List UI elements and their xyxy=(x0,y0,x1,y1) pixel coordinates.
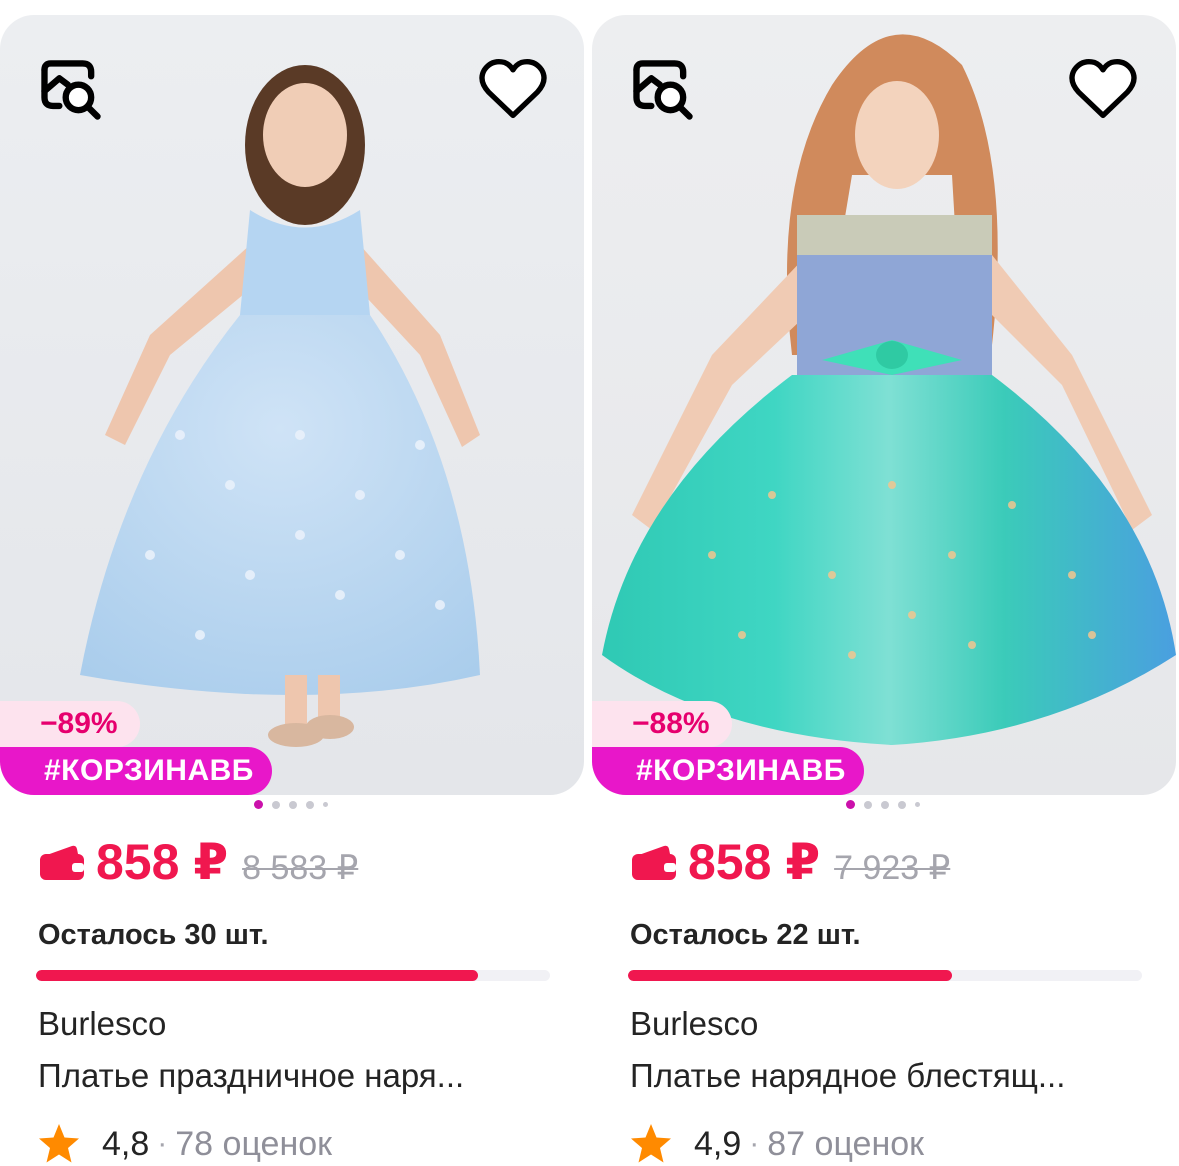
pagination-dot xyxy=(254,800,263,809)
product-image[interactable]: −88% #КОРЗИНАВБ xyxy=(592,15,1176,795)
heart-outline-icon[interactable] xyxy=(478,55,548,125)
rating-row: 4,9 · 87 оценок xyxy=(628,1121,924,1166)
separator: · xyxy=(749,1127,760,1160)
separator: · xyxy=(157,1127,168,1160)
old-price: 7 923 ₽ xyxy=(834,849,951,887)
old-price: 8 583 ₽ xyxy=(242,849,359,887)
image-search-icon[interactable] xyxy=(628,55,698,125)
pagination-dot xyxy=(306,800,314,809)
brand-name[interactable]: Burlesco xyxy=(630,1005,758,1043)
pagination-dot xyxy=(289,800,297,809)
pagination-dot xyxy=(915,802,920,807)
dress-photo-blue xyxy=(0,15,584,795)
discount-badge: −89% xyxy=(0,701,140,747)
pagination-dot xyxy=(898,800,906,809)
brand-name[interactable]: Burlesco xyxy=(38,1005,166,1043)
reviews-count[interactable]: 87 оценок xyxy=(767,1125,924,1164)
stock-progress-bar xyxy=(36,970,550,981)
product-grid: −89% #КОРЗИНАВБ 858 ₽ 8 583 ₽ Осталось 3… xyxy=(0,0,1179,1166)
product-card[interactable]: −89% #КОРЗИНАВБ 858 ₽ 8 583 ₽ Осталось 3… xyxy=(0,15,584,1166)
product-image[interactable]: −89% #КОРЗИНАВБ xyxy=(0,15,584,795)
image-search-icon[interactable] xyxy=(36,55,106,125)
price-row: 858 ₽ 8 583 ₽ xyxy=(38,833,358,891)
product-card[interactable]: −88% #КОРЗИНАВБ 858 ₽ 7 923 ₽ Осталось 2… xyxy=(592,15,1176,1166)
promo-tag[interactable]: #КОРЗИНАВБ xyxy=(0,747,272,795)
stock-remaining: Осталось 22 шт. xyxy=(630,919,861,951)
product-title[interactable]: Платье нарядное блестящ... xyxy=(630,1057,1150,1095)
stock-progress-fill xyxy=(628,970,952,981)
dress-photo-turquoise xyxy=(592,15,1176,795)
pagination-dot xyxy=(881,800,889,809)
image-pagination-dots xyxy=(254,800,328,809)
rating-row: 4,8 · 78 оценок xyxy=(36,1121,332,1166)
rating-value: 4,8 xyxy=(102,1124,150,1163)
heart-outline-icon[interactable] xyxy=(1068,55,1138,125)
star-icon xyxy=(631,1124,671,1163)
stock-remaining: Осталось 30 шт. xyxy=(38,919,269,951)
current-price: 858 ₽ xyxy=(688,834,821,890)
wallet-icon xyxy=(40,845,84,880)
reviews-count[interactable]: 78 оценок xyxy=(175,1125,332,1164)
stock-progress-fill xyxy=(36,970,479,981)
rating-value: 4,9 xyxy=(694,1124,742,1163)
price-row: 858 ₽ 7 923 ₽ xyxy=(630,833,950,891)
product-title[interactable]: Платье праздничное наря... xyxy=(38,1057,558,1095)
star-icon xyxy=(39,1124,79,1163)
current-price: 858 ₽ xyxy=(96,834,229,890)
pagination-dot xyxy=(323,802,328,807)
wallet-icon xyxy=(632,845,676,880)
pagination-dot xyxy=(846,800,855,809)
promo-tag[interactable]: #КОРЗИНАВБ xyxy=(592,747,864,795)
pagination-dot xyxy=(272,800,280,809)
discount-badge: −88% xyxy=(592,701,732,747)
stock-progress-bar xyxy=(628,970,1142,981)
image-pagination-dots xyxy=(846,800,920,809)
pagination-dot xyxy=(864,800,872,809)
